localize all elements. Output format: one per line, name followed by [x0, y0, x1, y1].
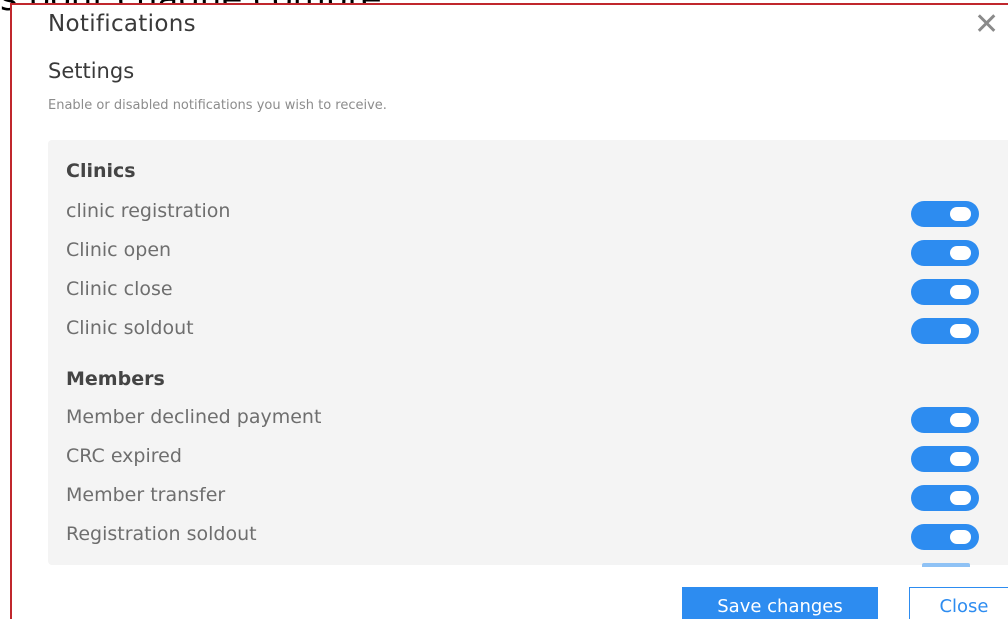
setting-label-clinic-close: Clinic close — [66, 278, 173, 300]
toggle-member-declined-payment[interactable] — [911, 407, 979, 433]
modal-title: Notifications — [48, 11, 196, 37]
toggle-clinic-open[interactable] — [911, 240, 979, 266]
toggle-knob — [950, 530, 971, 544]
settings-title: Settings — [48, 59, 135, 83]
setting-label-member-transfer: Member transfer — [66, 484, 226, 506]
toggle-knob — [950, 324, 971, 338]
toggle-knob — [950, 246, 971, 260]
close-button[interactable]: Close — [909, 587, 1008, 619]
toggle-clinic-close[interactable] — [911, 279, 979, 305]
setting-label-crc-expired: CRC expired — [66, 445, 182, 467]
group-title-members: Members — [66, 368, 165, 390]
setting-label-member-declined-payment: Member declined payment — [66, 406, 322, 428]
toggle-clinic-soldout[interactable] — [911, 318, 979, 344]
toggle-partially-visible — [922, 563, 970, 567]
toggle-clinic-registration[interactable] — [911, 201, 979, 227]
settings-panel: Clinics clinic registration Clinic open … — [48, 140, 1008, 567]
close-icon[interactable]: ✕ — [974, 5, 999, 45]
setting-label-clinic-open: Clinic open — [66, 239, 172, 261]
group-title-clinics: Clinics — [66, 160, 136, 182]
save-changes-button[interactable]: Save changes — [682, 587, 878, 619]
toggle-knob — [950, 207, 971, 221]
toggle-crc-expired[interactable] — [911, 446, 979, 472]
screen: s pour chaque compte. Notifications ✕ Se… — [0, 0, 1008, 619]
setting-label-clinic-registration: clinic registration — [66, 200, 231, 222]
toggle-knob — [950, 491, 971, 505]
toggle-knob — [950, 413, 971, 427]
toggle-member-transfer[interactable] — [911, 485, 979, 511]
toggle-knob — [950, 452, 971, 466]
setting-label-registration-soldout: Registration soldout — [66, 523, 257, 545]
notifications-modal: Notifications ✕ Settings Enable or disab… — [10, 3, 1008, 619]
toggle-registration-soldout[interactable] — [911, 524, 979, 550]
toggle-knob — [950, 285, 971, 299]
setting-label-clinic-soldout: Clinic soldout — [66, 317, 194, 339]
settings-description: Enable or disabled notifications you wis… — [48, 98, 387, 113]
